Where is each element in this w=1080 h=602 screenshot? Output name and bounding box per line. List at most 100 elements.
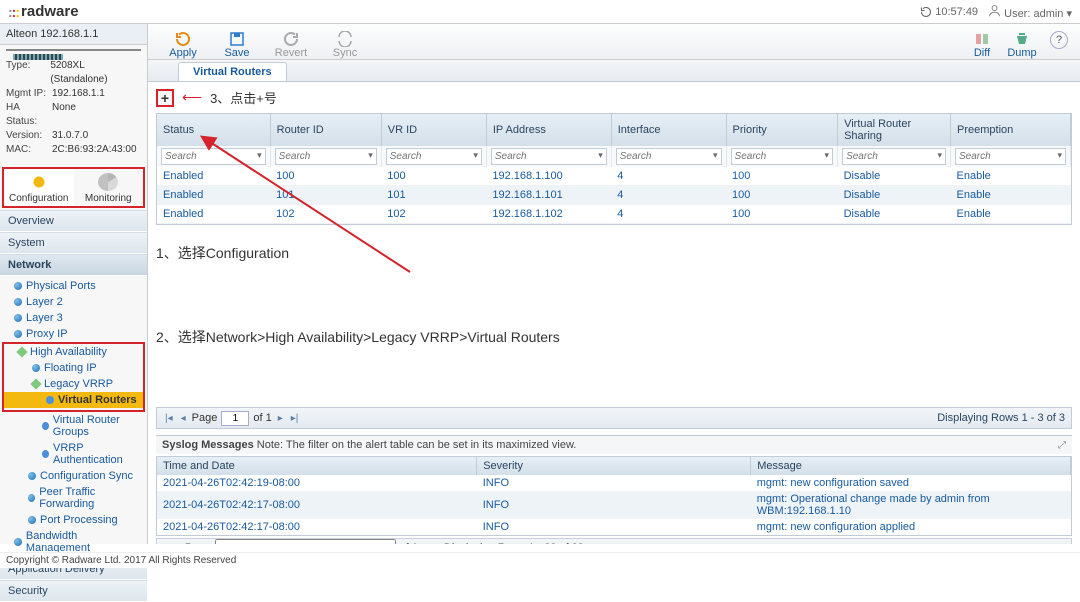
table-row[interactable]: Enabled100100192.168.1.1004100DisableEna…: [157, 167, 1071, 186]
pager-first[interactable]: |◂: [163, 413, 175, 424]
nav-config-sync[interactable]: Configuration Sync: [0, 468, 147, 484]
sphere-icon: [14, 282, 22, 290]
nav-security[interactable]: Security: [0, 580, 147, 602]
grid-header-row: Status Router ID VR ID IP Address Interf…: [157, 114, 1071, 146]
tab-monitoring[interactable]: Monitoring: [74, 169, 144, 206]
sys-col-msg[interactable]: Message: [751, 457, 1071, 475]
sys-pager-summary: Displaying Rows 1 - 23 of 23: [444, 542, 584, 544]
nav-network[interactable]: Network: [0, 254, 147, 276]
table-row[interactable]: Enabled102102192.168.1.1024100DisableEna…: [157, 205, 1071, 224]
user-menu[interactable]: User: admin ▾: [988, 4, 1072, 20]
annotations: 1、选择Configuration 2、选择Network>High Avail…: [148, 225, 1080, 351]
nav-virtual-router-groups[interactable]: Virtual Router Groups: [0, 412, 147, 440]
pager-last[interactable]: ▸|: [289, 413, 301, 424]
search-preemption[interactable]: [955, 148, 1066, 165]
help-button[interactable]: ?: [1050, 31, 1068, 49]
toolbar: Apply Save Revert Sync Diff Dump ?: [148, 24, 1080, 60]
sys-pager-first[interactable]: |◂: [163, 542, 171, 545]
dot-icon: [46, 396, 54, 404]
device-info: Type:5208XL (Standalone) Mgmt IP:192.168…: [0, 55, 147, 165]
nav-peer-traffic[interactable]: Peer Traffic Forwarding: [0, 484, 147, 512]
sys-pager-next[interactable]: ▸: [422, 542, 428, 545]
syslog-note: Note: The filter on the alert table can …: [257, 439, 577, 451]
save-button[interactable]: Save: [210, 31, 264, 59]
virtual-routers-grid: Status Router ID VR ID IP Address Interf…: [156, 113, 1072, 225]
sidebar: Alteon 192.168.1.1 Type:5208XL (Standalo…: [0, 24, 148, 544]
pager-page-label: Page: [192, 412, 218, 424]
revert-icon: [283, 31, 299, 47]
sys-col-time[interactable]: Time and Date: [157, 457, 477, 475]
diff-button[interactable]: Diff: [962, 31, 1002, 59]
col-preemption[interactable]: Preemption: [951, 114, 1071, 146]
sphere-icon: [14, 314, 22, 322]
col-status[interactable]: Status: [157, 114, 270, 146]
nav-physical-ports[interactable]: Physical Ports: [0, 278, 147, 294]
col-router-id[interactable]: Router ID: [270, 114, 381, 146]
table-row[interactable]: Enabled101101192.168.1.1014100DisableEna…: [157, 186, 1071, 205]
nav-layer3[interactable]: Layer 3: [0, 310, 147, 326]
sys-pager-last[interactable]: ▸|: [432, 542, 440, 545]
col-interface[interactable]: Interface: [611, 114, 726, 146]
nav-system[interactable]: System: [0, 232, 147, 254]
device-image: [6, 49, 141, 51]
search-router-id[interactable]: [275, 148, 377, 165]
apply-icon: [175, 31, 191, 47]
add-row: + ⟵ 3、点击+号: [148, 82, 1080, 113]
nav-floating-ip[interactable]: Floating IP: [4, 360, 143, 376]
refresh-button[interactable]: 10:57:49: [920, 6, 978, 18]
nav-proxy-ip[interactable]: Proxy IP: [0, 326, 147, 342]
revert-button[interactable]: Revert: [264, 31, 318, 59]
nav-overview[interactable]: Overview: [0, 210, 147, 232]
gear-icon: [29, 173, 49, 191]
nav-high-availability[interactable]: High Availability: [4, 344, 143, 360]
apply-button[interactable]: Apply: [156, 31, 210, 59]
pager-prev[interactable]: ◂: [179, 413, 188, 424]
save-icon: [229, 31, 245, 47]
col-priority[interactable]: Priority: [726, 114, 838, 146]
syslog-header: Syslog Messages Note: The filter on the …: [156, 435, 1072, 454]
add-button[interactable]: +: [156, 89, 174, 107]
diff-icon: [974, 31, 990, 47]
search-sharing[interactable]: [842, 148, 946, 165]
search-ip[interactable]: [491, 148, 607, 165]
col-sharing[interactable]: Virtual Router Sharing: [838, 114, 951, 146]
nav-port-processing[interactable]: Port Processing: [0, 512, 147, 528]
col-ip[interactable]: IP Address: [486, 114, 611, 146]
sys-pager-prev[interactable]: ◂: [175, 542, 181, 545]
search-priority[interactable]: [731, 148, 834, 165]
syslog-row[interactable]: 2021-04-26T02:42:19-08:00INFOmgmt: new c…: [157, 475, 1071, 491]
user-label: User: admin: [1004, 8, 1063, 20]
sphere-icon: [14, 298, 22, 306]
annotation-3: 3、点击+号: [210, 88, 277, 107]
search-interface[interactable]: [616, 148, 722, 165]
diamond-icon: [16, 346, 27, 357]
search-vr-id[interactable]: [386, 148, 482, 165]
sys-pager-page-input[interactable]: [215, 539, 396, 545]
grid-search-row: [157, 146, 1071, 167]
col-vr-id[interactable]: VR ID: [381, 114, 486, 146]
tab-configuration[interactable]: Configuration: [4, 169, 74, 206]
syslog-maximize[interactable]: ⤢: [1058, 440, 1066, 451]
dump-button[interactable]: Dump: [1002, 31, 1042, 59]
tab-virtual-routers[interactable]: Virtual Routers: [178, 62, 287, 81]
dot-icon: [42, 450, 49, 458]
sync-button[interactable]: Sync: [318, 31, 372, 59]
annotation-1: 1、选择Configuration: [156, 239, 1072, 267]
pager-summary: Displaying Rows 1 - 3 of 3: [937, 412, 1065, 424]
sphere-icon: [28, 472, 36, 480]
sphere-icon: [32, 364, 40, 372]
nav-virtual-routers[interactable]: Virtual Routers: [4, 392, 143, 408]
sys-col-sev[interactable]: Severity: [477, 457, 751, 475]
syslog-row[interactable]: 2021-04-26T02:42:17-08:00INFOmgmt: new c…: [157, 519, 1071, 535]
nav-vrrp-auth[interactable]: VRRP Authentication: [0, 440, 147, 468]
content: Apply Save Revert Sync Diff Dump ? Virtu…: [148, 24, 1080, 544]
footer: Copyright © Radware Ltd. 2017 All Rights…: [0, 552, 1080, 568]
syslog-row[interactable]: 2021-04-26T02:42:17-08:00INFOmgmt: Opera…: [157, 491, 1071, 519]
pager-page-input[interactable]: [221, 411, 249, 426]
syslog-grid: Time and Date Severity Message 2021-04-2…: [156, 456, 1072, 536]
search-status[interactable]: [161, 148, 266, 165]
user-icon: [988, 4, 1001, 17]
nav-layer2[interactable]: Layer 2: [0, 294, 147, 310]
pager-next[interactable]: ▸: [276, 413, 285, 424]
nav-legacy-vrrp[interactable]: Legacy VRRP: [4, 376, 143, 392]
